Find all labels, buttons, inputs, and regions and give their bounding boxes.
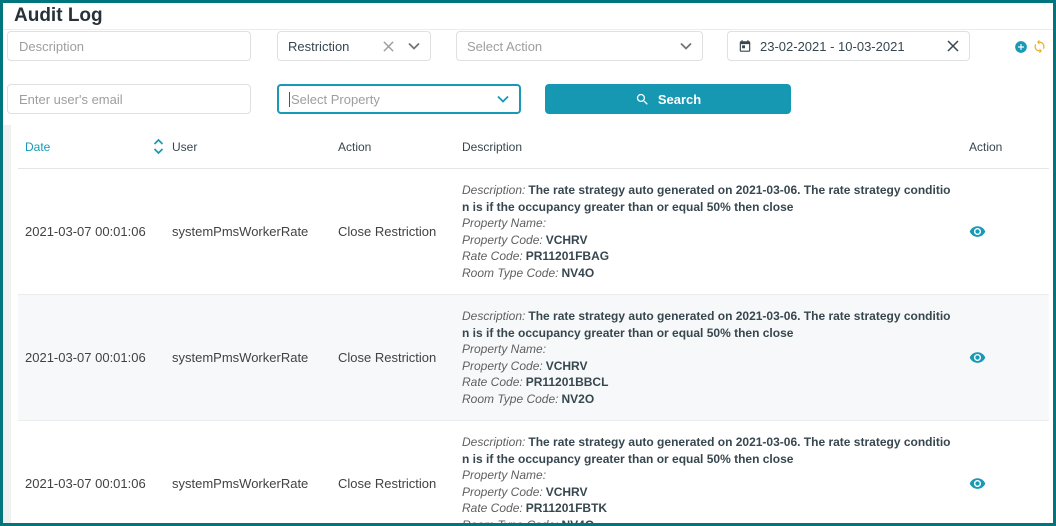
email-input[interactable] [7,84,251,114]
clear-restriction-icon[interactable] [383,41,394,52]
eye-icon [969,349,986,366]
search-icon [635,92,650,107]
column-header-user: User [172,140,338,154]
add-icon[interactable] [1014,39,1029,54]
table-header: Date User Action Description Action [18,125,1049,169]
left-gutter [3,125,11,523]
calendar-icon [738,39,752,54]
cell-date: 2021-03-07 00:01:06 [25,421,172,526]
property-placeholder: Select Property [291,92,380,107]
cell-action: Close Restriction [338,295,462,420]
action-select[interactable]: Select Action [456,31,703,61]
description-input[interactable] [7,31,251,61]
action-placeholder: Select Action [467,39,542,54]
eye-icon [969,475,986,492]
cell-description: Description:The rate strategy auto gener… [462,169,963,294]
view-details-button[interactable] [969,223,986,240]
table-row: 2021-03-07 00:01:06 systemPmsWorkerRate … [18,421,1049,526]
restriction-value: Restriction [288,39,349,54]
cell-user: systemPmsWorkerRate [172,295,338,420]
title-divider [3,29,1053,30]
cell-action: Close Restriction [338,169,462,294]
chevron-down-icon [408,42,420,50]
table-row: 2021-03-07 00:01:06 systemPmsWorkerRate … [18,169,1049,295]
column-header-action: Action [338,140,462,154]
table-row: 2021-03-07 00:01:06 systemPmsWorkerRate … [18,295,1049,421]
view-details-button[interactable] [969,475,986,492]
page-title: Audit Log [14,5,103,27]
date-header-label: Date [25,140,50,154]
date-range-picker[interactable]: 23-02-2021 - 10-03-2021 [727,31,970,61]
search-button-label: Search [658,92,701,107]
refresh-icon[interactable] [1032,39,1047,54]
clear-date-icon[interactable] [947,40,959,52]
date-range-value: 23-02-2021 - 10-03-2021 [760,39,905,54]
sort-icon[interactable] [153,138,164,155]
audit-log-table: Date User Action Description Action 2021… [18,125,1049,523]
restriction-select[interactable]: Restriction [277,31,431,61]
cell-date: 2021-03-07 00:01:06 [25,295,172,420]
text-cursor [289,92,290,107]
column-header-description: Description [462,140,963,154]
column-header-date[interactable]: Date [25,138,172,155]
cell-action: Close Restriction [338,421,462,526]
property-select[interactable]: Select Property [277,84,521,114]
cell-user: systemPmsWorkerRate [172,421,338,526]
view-details-button[interactable] [969,349,986,366]
cell-description: Description:The rate strategy auto gener… [462,295,963,420]
search-button[interactable]: Search [545,84,791,114]
cell-date: 2021-03-07 00:01:06 [25,169,172,294]
cell-user: systemPmsWorkerRate [172,169,338,294]
cell-description: Description:The rate strategy auto gener… [462,421,963,526]
eye-icon [969,223,986,240]
audit-log-page: Audit Log Restriction Select Action 23-0… [0,0,1056,526]
chevron-down-icon [497,95,509,103]
chevron-down-icon [680,42,692,50]
column-header-row-action: Action [963,140,1049,154]
